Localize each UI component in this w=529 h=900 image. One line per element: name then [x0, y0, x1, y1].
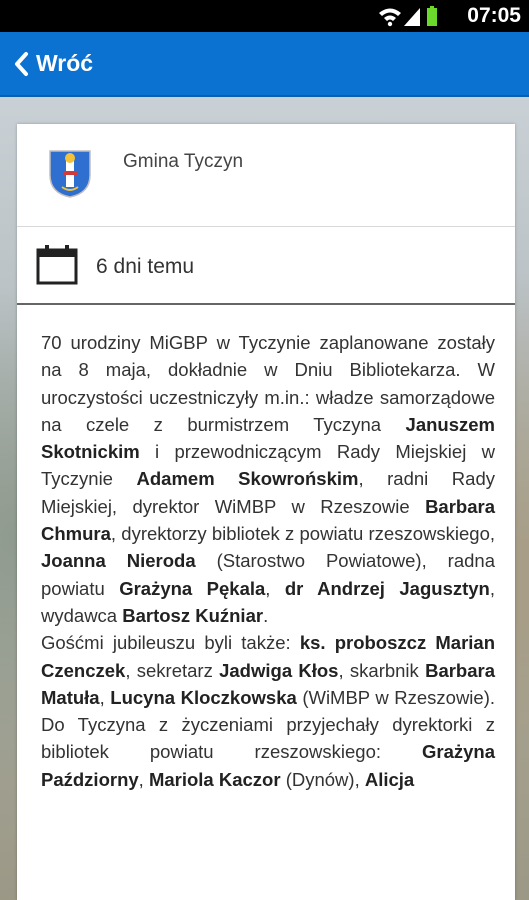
body-text: (Dynów), — [280, 768, 365, 790]
post-author-row[interactable]: Gmina Tyczyn — [17, 124, 515, 227]
post-date-row: 6 dni temu — [17, 227, 515, 305]
body-text: , sekretarz — [125, 659, 220, 681]
body-text: , — [138, 768, 149, 790]
post-card: Gmina Tyczyn 6 dni temu 70 urodziny MiGB… — [17, 124, 515, 900]
body-text: , — [265, 577, 285, 599]
status-bar: 07:05 — [0, 0, 529, 32]
post-author: Gmina Tyczyn — [123, 151, 244, 172]
clock: 07:05 — [467, 4, 521, 27]
body-text: . — [263, 604, 269, 626]
post-date: 6 dni temu — [96, 255, 195, 278]
wifi-icon — [379, 8, 401, 27]
chevron-left-icon — [15, 51, 28, 76]
body-text: , skarbnik — [338, 659, 426, 681]
calendar-icon — [36, 245, 78, 285]
body-text: , — [99, 686, 111, 708]
body-text: , dyrektorzy bibliotek z powiatu rzeszow… — [110, 523, 495, 545]
action-bar: Wróć — [0, 32, 529, 97]
body-highlight-name: Joanna Nieroda — [41, 550, 196, 572]
body-highlight-name: Lucyna Kloczkowska — [110, 686, 297, 708]
body-highlight-name: Adamem Skowrońskim — [136, 468, 359, 490]
status-icons — [377, 5, 441, 32]
body-highlight-name: Alicja — [364, 768, 415, 790]
back-label: Wróć — [36, 50, 94, 76]
body-highlight-name: Bartosz Kuźniar — [122, 604, 264, 626]
post-body: 70 urodziny MiGBP w Tyczynie zaplanowane… — [17, 305, 515, 793]
battery-icon — [427, 6, 437, 26]
body-highlight-name: Mariola Kaczor — [148, 768, 281, 790]
back-button[interactable]: Wróć — [12, 32, 93, 95]
coat-of-arms-icon — [49, 150, 91, 198]
body-highlight-name: Grażyna Pękala — [119, 577, 266, 599]
body-highlight-name: Jadwiga Kłos — [219, 659, 339, 681]
signal-icon — [404, 8, 420, 26]
body-text: Gośćmi jubileuszu byli także: — [41, 632, 300, 654]
body-highlight-name: dr Andrzej Jagusztyn — [284, 577, 490, 599]
